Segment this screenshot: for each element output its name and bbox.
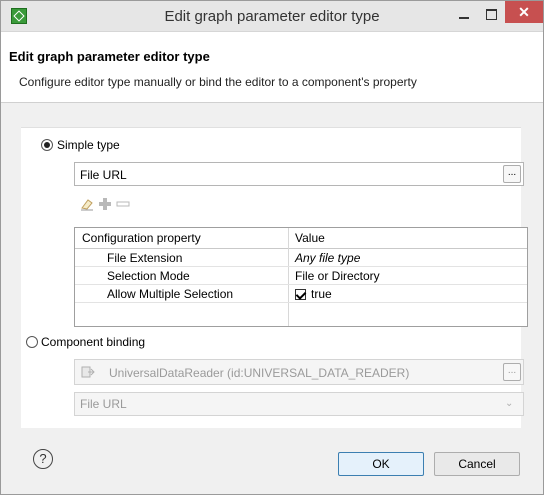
maximize-button[interactable] [481,5,501,25]
allow-multiple-checkbox[interactable] [295,289,306,300]
simple-type-radio[interactable] [41,139,53,151]
table-row-property[interactable]: Selection Mode [107,269,190,283]
component-value: UniversalDataReader (id:UNIVERSAL_DATA_R… [109,366,410,380]
header-title: Edit graph parameter editor type [9,49,210,64]
header-description: Configure editor type manually or bind t… [19,75,417,89]
remove-icon[interactable] [116,197,130,211]
column-header-property[interactable]: Configuration property [82,231,201,245]
component-binding-radio[interactable] [26,336,38,348]
component-reader-icon [81,365,95,379]
dialog-header: Edit graph parameter editor type Configu… [1,32,543,103]
configuration-table: Configuration property Value File Extens… [74,227,528,327]
component-binding-label[interactable]: Component binding [41,335,145,349]
close-button[interactable]: ✕ [505,1,543,23]
add-icon[interactable] [98,197,112,211]
table-row-value[interactable]: true [311,287,332,301]
cancel-button[interactable]: Cancel [434,452,520,476]
table-row-property[interactable]: File Extension [107,251,182,265]
component-property-select[interactable]: File URL ⌄ [74,392,524,416]
simple-type-field[interactable]: File URL ... [74,162,524,186]
help-icon[interactable]: ? [33,449,53,469]
column-separator [288,228,289,326]
chevron-down-icon: ⌄ [505,398,514,409]
row-divider [75,302,527,303]
simple-type-value: File URL [80,168,127,182]
table-row-value[interactable]: Any file type [295,251,360,265]
simple-type-label[interactable]: Simple type [57,138,120,152]
row-divider [75,284,527,285]
table-row-value[interactable]: File or Directory [295,269,380,283]
table-row-property[interactable]: Allow Multiple Selection [107,287,233,301]
dialog-window: Edit graph parameter editor type ✕ Edit … [0,0,544,495]
ok-button[interactable]: OK [338,452,424,476]
title-bar: Edit graph parameter editor type ✕ [1,1,543,32]
minimize-button[interactable] [454,5,474,25]
simple-type-browse-button[interactable]: ... [503,165,521,183]
column-header-value[interactable]: Value [295,231,325,245]
row-divider [75,266,527,267]
component-field[interactable]: UniversalDataReader (id:UNIVERSAL_DATA_R… [74,359,524,385]
component-browse-button[interactable]: ... [503,363,521,381]
eraser-icon[interactable] [80,197,94,211]
component-property-value: File URL [80,397,127,411]
